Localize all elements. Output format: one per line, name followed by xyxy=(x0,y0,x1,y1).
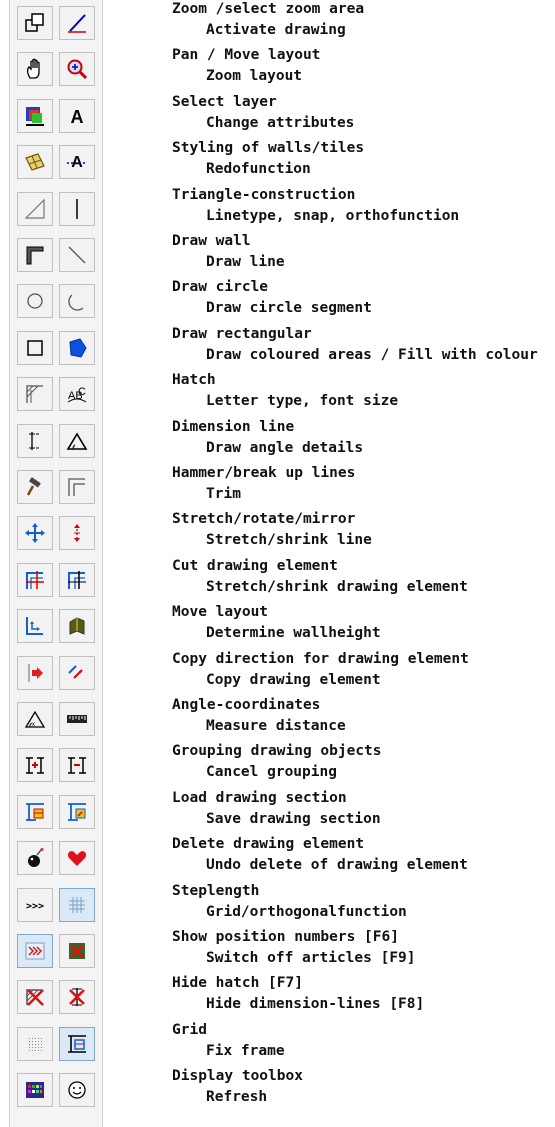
left-tool-description: Display toolbox xyxy=(172,1068,303,1085)
left-tool-description: Steplength xyxy=(172,882,260,899)
tool-descriptions: Zoom /select zoom area Activate drawing Pa… xyxy=(0,0,555,1127)
right-tool-description: Change attributes xyxy=(206,114,355,131)
left-tool-description: Select layer xyxy=(172,93,277,110)
left-tool-description: Hammer/break up lines xyxy=(172,465,356,481)
right-tool-description: Zoom layout xyxy=(206,68,303,85)
right-tool-description: Save drawing section xyxy=(206,810,381,827)
left-tool-description: Draw rectangular xyxy=(172,325,312,342)
left-tool-description: Copy direction for drawing element xyxy=(172,650,469,667)
right-tool-description: Draw coloured areas / Fill with colour xyxy=(206,346,538,363)
left-tool-description: Cut drawing element xyxy=(172,557,338,574)
left-tool-description: Draw circle xyxy=(172,279,269,296)
right-tool-description: Letter type, font size xyxy=(206,393,399,410)
right-tool-description: Trim xyxy=(206,486,241,502)
right-tool-description: Measure distance xyxy=(206,718,346,734)
left-tool-description: Show position numbers [F6] xyxy=(172,929,399,945)
left-tool-description: Angle-coordinates xyxy=(172,697,321,713)
left-tool-description: Triangle-construction xyxy=(172,186,356,203)
right-tool-description: Copy drawing element xyxy=(206,671,381,688)
left-tool-description: Move layout xyxy=(172,604,269,621)
left-tool-description: Draw wall xyxy=(172,233,251,249)
left-tool-description: Dimension line xyxy=(172,418,295,435)
right-tool-description: Hide dimension-lines [F8] xyxy=(206,996,425,1013)
right-tool-description: Draw angle details xyxy=(206,439,364,456)
right-tool-description: Stretch/shrink drawing element xyxy=(206,578,468,595)
left-tool-description: Grid xyxy=(172,1021,207,1038)
right-tool-description: Redofunction xyxy=(206,161,311,178)
left-tool-description: Load drawing section xyxy=(172,789,347,806)
right-tool-description: Cancel grouping xyxy=(206,764,337,781)
right-tool-description: Switch off articles [F9] xyxy=(206,950,416,966)
right-tool-description: Stretch/shrink line xyxy=(206,532,372,549)
right-tool-description: Draw circle segment xyxy=(206,300,372,317)
left-tool-description: Delete drawing element xyxy=(172,836,365,853)
left-tool-description: Grouping drawing objects xyxy=(172,743,382,760)
right-tool-description: Fix frame xyxy=(206,1042,285,1059)
left-tool-description: Hide hatch [F7] xyxy=(172,975,303,992)
left-tool-description: Stretch/rotate/mirror xyxy=(172,511,356,528)
right-tool-description: Grid/orthogonalfunction xyxy=(206,903,407,920)
left-tool-description: Zoom /select zoom area xyxy=(172,1,365,17)
right-tool-description: Undo delete of drawing element xyxy=(206,857,468,874)
left-tool-description: Styling of walls/tiles xyxy=(172,140,365,157)
right-tool-description: Draw line xyxy=(206,254,285,270)
right-tool-description: Linetype, snap, orthofunction xyxy=(206,207,460,224)
right-tool-description: Refresh xyxy=(206,1089,268,1106)
right-tool-description: Activate drawing xyxy=(206,22,346,38)
left-tool-description: Pan / Move layout xyxy=(172,47,321,64)
right-tool-description: Determine wallheight xyxy=(206,625,381,642)
left-tool-description: Hatch xyxy=(172,372,216,389)
